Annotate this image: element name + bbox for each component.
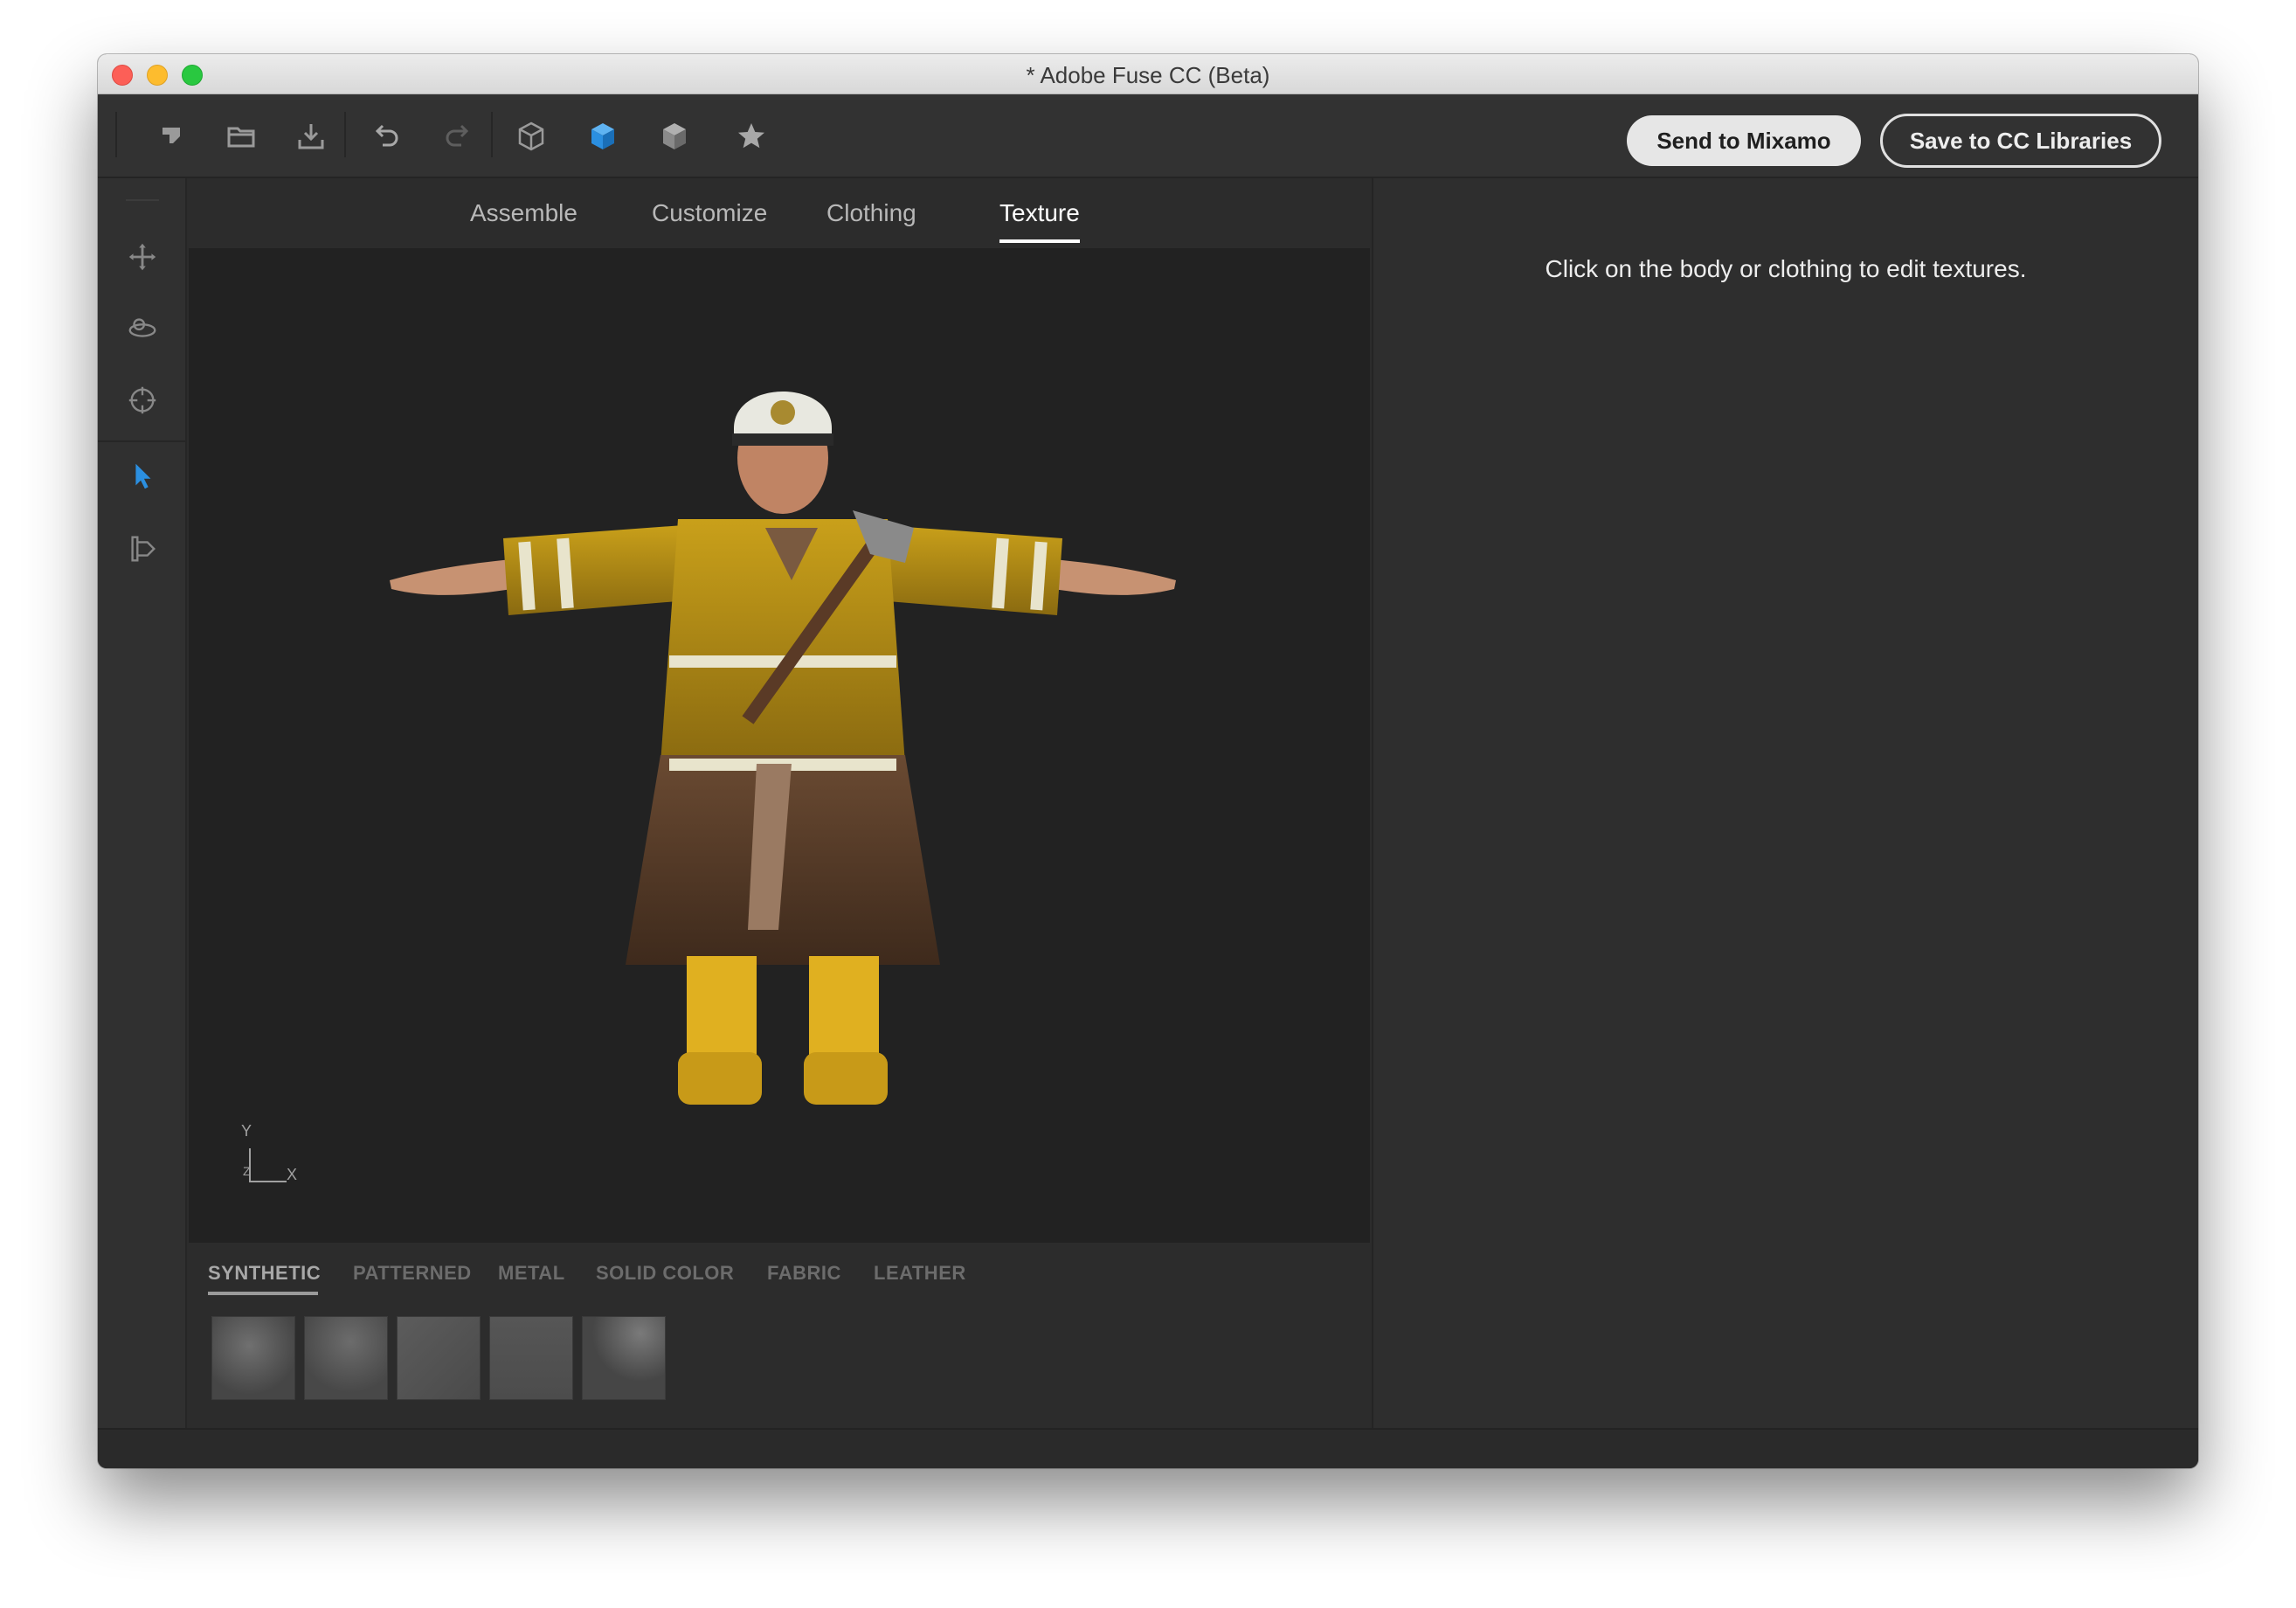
character-model[interactable] xyxy=(381,353,1185,1157)
animate-tool-button[interactable] xyxy=(120,526,165,572)
cube-wireframe-icon xyxy=(518,121,544,151)
save-to-cc-libraries-button[interactable]: Save to CC Libraries xyxy=(1880,114,2161,168)
texture-swatch[interactable] xyxy=(397,1316,481,1400)
mode-tabs: Assemble Customize Clothing Texture xyxy=(189,178,1370,248)
new-icon xyxy=(163,128,180,143)
send-to-mixamo-button[interactable]: Send to Mixamo xyxy=(1627,115,1861,166)
texture-swatch[interactable] xyxy=(582,1316,666,1400)
app-window: * Adobe Fuse CC (Beta) Send to Mixamo Sa… xyxy=(98,54,2198,1468)
cube-textured-icon xyxy=(663,123,686,149)
pan-tool-button[interactable] xyxy=(120,234,165,280)
tab-customize[interactable]: Customize xyxy=(652,199,767,227)
import-button[interactable] xyxy=(288,114,334,159)
lib-tab-metal[interactable]: METAL xyxy=(498,1262,565,1285)
orbit-icon xyxy=(128,318,156,337)
animate-icon xyxy=(131,536,156,562)
axis-y-label: Y xyxy=(241,1122,252,1140)
tab-clothing[interactable]: Clothing xyxy=(826,199,916,227)
lib-tab-leather[interactable]: LEATHER xyxy=(874,1262,966,1285)
cube-shaded-icon xyxy=(591,123,614,149)
texture-swatch[interactable] xyxy=(489,1316,573,1400)
new-button[interactable] xyxy=(149,114,194,159)
title-bar: * Adobe Fuse CC (Beta) xyxy=(98,54,2198,94)
redo-icon xyxy=(446,124,469,147)
tab-assemble[interactable]: Assemble xyxy=(470,199,577,227)
texture-hint: Click on the body or clothing to edit te… xyxy=(1545,255,2027,282)
window-title: * Adobe Fuse CC (Beta) xyxy=(1026,62,1270,88)
redo-button[interactable] xyxy=(435,114,481,159)
open-folder-icon xyxy=(227,127,255,148)
lib-tab-solid-color[interactable]: SOLID COLOR xyxy=(596,1262,734,1285)
wireframe-view-button[interactable] xyxy=(508,114,554,159)
select-arrow-icon xyxy=(135,463,151,489)
active-tab-indicator xyxy=(999,239,1080,243)
axis-z-label: Z xyxy=(243,1164,251,1178)
select-tool-button[interactable] xyxy=(120,453,165,498)
axis-gizmo: Y X Z xyxy=(224,1122,302,1201)
texture-swatch[interactable] xyxy=(304,1316,388,1400)
axis-x-label: X xyxy=(287,1166,298,1183)
rail-divider xyxy=(98,440,185,442)
status-bar xyxy=(98,1428,2198,1468)
rail-grip xyxy=(126,199,159,201)
lib-tab-fabric[interactable]: FABRIC xyxy=(767,1262,841,1285)
toolbar-divider xyxy=(344,112,346,157)
target-icon xyxy=(128,386,156,414)
toolbar-divider xyxy=(115,112,117,157)
tool-rail xyxy=(98,178,187,1428)
lib-active-tab-indicator xyxy=(208,1292,318,1295)
open-button[interactable] xyxy=(218,114,264,159)
pan-move-icon xyxy=(128,243,156,271)
shaded-view-button[interactable] xyxy=(580,114,626,159)
favorite-button[interactable] xyxy=(729,114,774,159)
texture-swatch[interactable] xyxy=(211,1316,295,1400)
toolbar-divider xyxy=(491,112,493,157)
properties-panel: Click on the body or clothing to edit te… xyxy=(1372,178,2198,1428)
undo-icon xyxy=(375,124,398,147)
textured-view-button[interactable] xyxy=(652,114,697,159)
lib-tab-patterned[interactable]: PATTERNED xyxy=(353,1262,472,1285)
target-tool-button[interactable] xyxy=(120,378,165,423)
lib-tab-synthetic[interactable]: SYNTHETIC xyxy=(208,1262,321,1285)
tab-texture[interactable]: Texture xyxy=(999,199,1080,227)
toolbar: Send to Mixamo Save to CC Libraries xyxy=(98,94,2198,178)
3d-viewport[interactable]: Y X Z xyxy=(189,248,1370,1243)
texture-library: SYNTHETIC PATTERNED METAL SOLID COLOR FA… xyxy=(189,1243,1370,1428)
orbit-tool-button[interactable] xyxy=(120,306,165,351)
favorite-star-icon xyxy=(738,123,764,149)
undo-button[interactable] xyxy=(363,114,409,159)
import-icon xyxy=(298,124,324,149)
